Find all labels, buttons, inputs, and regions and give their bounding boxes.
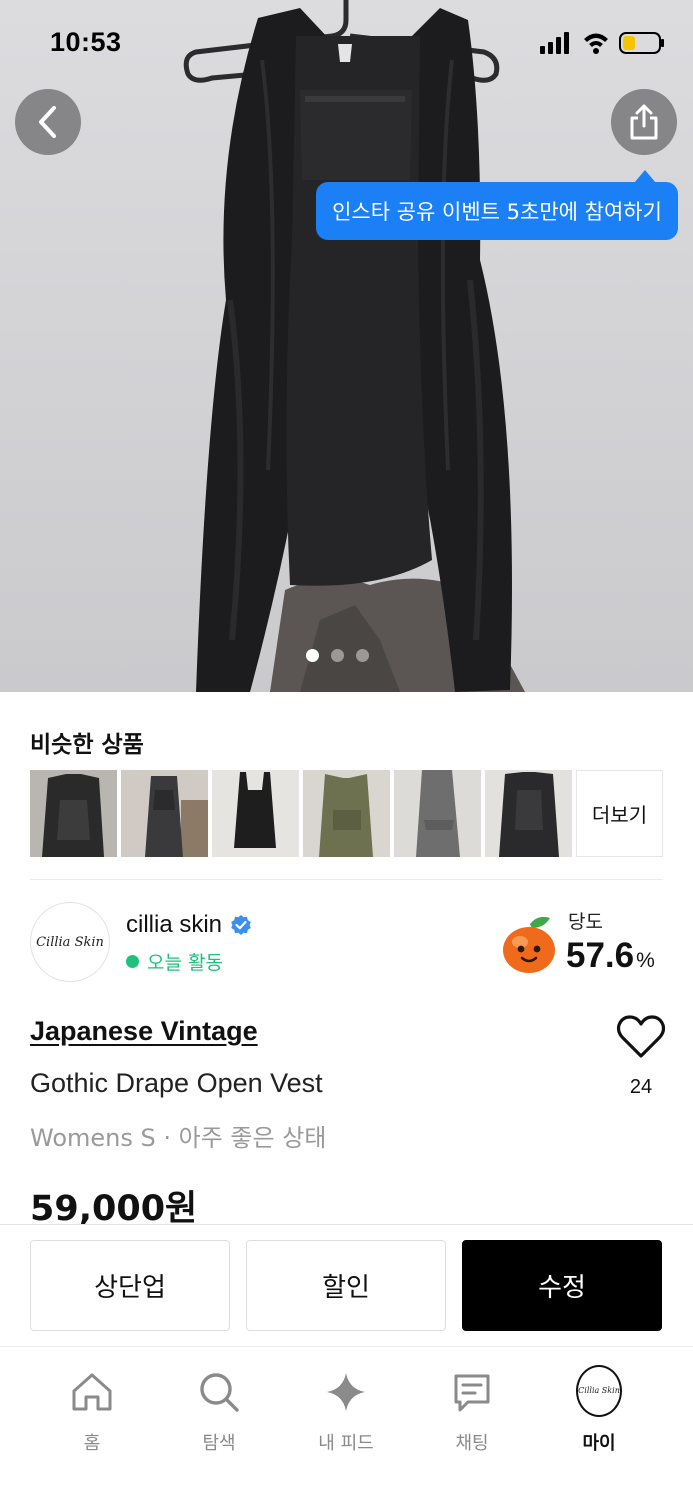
carousel-dot[interactable] xyxy=(306,649,319,662)
product-image-carousel[interactable]: 10:53 인스타 공유 이벤트 5초만에 참여하기 xyxy=(0,0,693,692)
activity-dot xyxy=(126,955,139,968)
carousel-dot[interactable] xyxy=(356,649,369,662)
divider xyxy=(0,1224,693,1225)
tab-label: 마이 xyxy=(582,1433,616,1454)
similar-products-title: 비슷한 상품 xyxy=(30,732,144,758)
seller-actions: 상단업 할인 수정 xyxy=(30,1240,662,1331)
similar-product-thumbnail[interactable] xyxy=(303,770,390,857)
share-event-tooltip[interactable]: 인스타 공유 이벤트 5초만에 참여하기 xyxy=(316,182,678,240)
tab-label: 채팅 xyxy=(455,1433,489,1454)
carousel-dots xyxy=(306,649,369,662)
bottom-tab-bar: 홈 탐색 내 피드 채팅 Cillia Skin 마이 xyxy=(0,1346,693,1500)
tab-label: 홈 xyxy=(83,1433,101,1454)
seller-avatar[interactable]: Cillia Skin xyxy=(30,902,110,982)
tab-label: 탐색 xyxy=(202,1433,236,1454)
brand-link[interactable]: Japanese Vintage xyxy=(30,1016,258,1047)
sweetness-unit: % xyxy=(636,949,655,972)
share-icon xyxy=(630,104,658,140)
home-icon xyxy=(72,1373,112,1411)
heart-icon[interactable] xyxy=(616,1014,666,1060)
similar-product-thumbnail[interactable] xyxy=(485,770,572,857)
sweetness-label: 당도 xyxy=(568,911,603,933)
chevron-left-icon xyxy=(39,106,56,138)
search-icon xyxy=(200,1373,239,1412)
status-bar: 10:53 xyxy=(0,0,693,88)
signal-icon xyxy=(540,32,569,54)
sweetness-value: 57.6 xyxy=(566,936,635,975)
my-avatar: Cillia Skin xyxy=(576,1364,622,1417)
sweetness-score: 57.6% xyxy=(566,936,655,976)
tab-chat[interactable]: 채팅 xyxy=(422,1369,522,1455)
battery-icon xyxy=(619,32,664,54)
similar-product-thumbnail[interactable] xyxy=(121,770,208,857)
status-time: 10:53 xyxy=(50,27,122,57)
seller-name-row[interactable]: cillia skin xyxy=(126,911,252,939)
carousel-dot[interactable] xyxy=(331,649,344,662)
product-title: Gothic Drape Open Vest xyxy=(30,1068,323,1098)
product-photo xyxy=(0,0,693,692)
status-icons xyxy=(540,32,664,54)
similar-product-thumbnail[interactable] xyxy=(394,770,481,857)
more-similar-button[interactable]: 더보기 xyxy=(576,770,663,857)
similar-product-thumbnail[interactable] xyxy=(30,770,117,857)
divider xyxy=(30,879,663,880)
tab-my[interactable]: Cillia Skin 마이 xyxy=(549,1364,649,1455)
activity-label: 오늘 활동 xyxy=(147,952,223,974)
tab-home[interactable]: 홈 xyxy=(42,1369,142,1455)
chat-icon xyxy=(454,1374,490,1412)
sparkle-icon xyxy=(327,1373,365,1411)
tab-label: 내 피드 xyxy=(318,1433,374,1454)
back-button[interactable] xyxy=(15,89,81,155)
seller-name: cillia skin xyxy=(126,911,223,938)
tab-search[interactable]: 탐색 xyxy=(169,1369,269,1455)
discount-button[interactable]: 할인 xyxy=(246,1240,446,1331)
peach-icon xyxy=(503,916,555,973)
seller-activity: 오늘 활동 xyxy=(126,948,223,975)
similar-product-thumbnail[interactable] xyxy=(212,770,299,857)
product-meta: Womens S · 아주 좋은 상태 xyxy=(30,1124,327,1152)
tab-feed[interactable]: 내 피드 xyxy=(296,1369,396,1455)
like-count: 24 xyxy=(629,1076,653,1098)
bump-button[interactable]: 상단업 xyxy=(30,1240,230,1331)
edit-button[interactable]: 수정 xyxy=(462,1240,662,1331)
similar-products-list: 더보기 xyxy=(30,770,663,857)
share-button[interactable] xyxy=(611,89,677,155)
wifi-icon xyxy=(584,33,608,54)
verified-icon xyxy=(231,915,251,935)
